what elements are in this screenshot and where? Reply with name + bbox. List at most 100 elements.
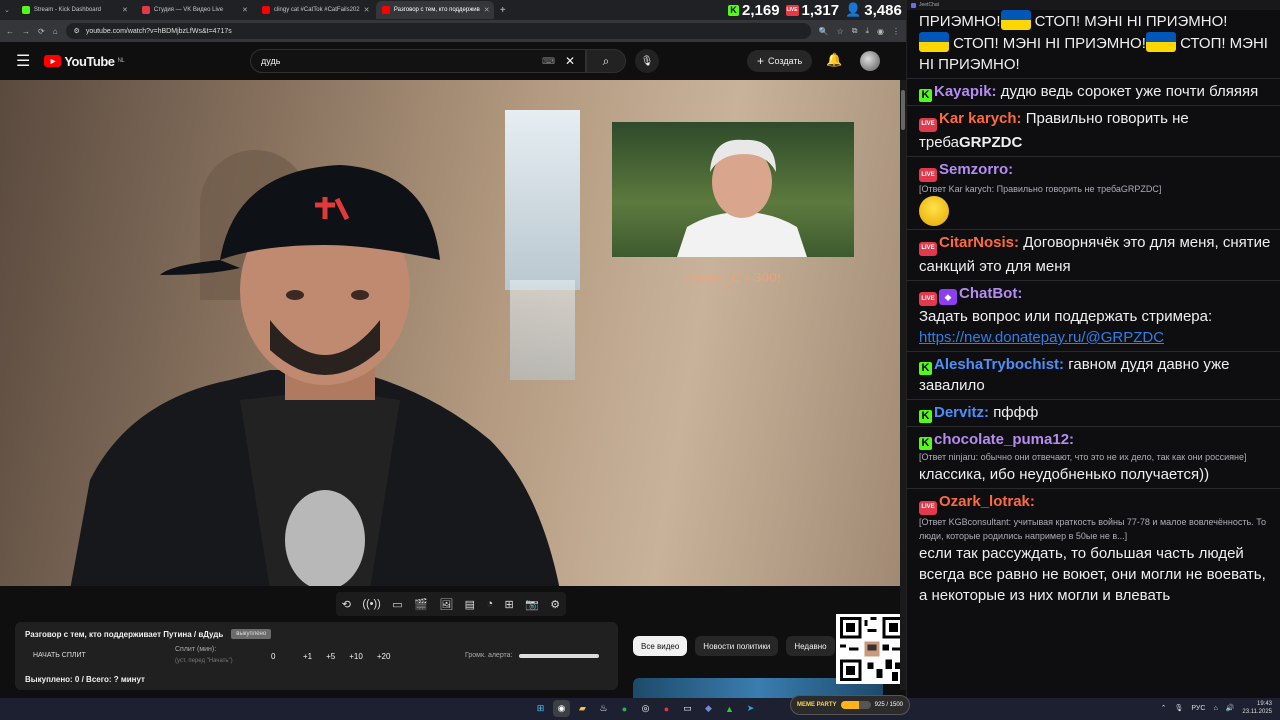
chat-message: LIVE CitarNosis: Договорнячёк это для мен… [907, 230, 1280, 281]
bookmark-star-icon[interactable]: ☆ [837, 27, 844, 36]
broadcast-icon[interactable]: ((•)) [362, 598, 381, 610]
network-icon[interactable]: ⌂ [1213, 705, 1217, 712]
steam-icon[interactable]: ♨ [595, 700, 612, 717]
add-10-button[interactable]: +10 [349, 652, 363, 661]
folder-icon[interactable]: ▰ [574, 700, 591, 717]
create-button[interactable]: + Создать [747, 50, 813, 72]
tab-vk-studio[interactable]: Студия — VK Видео Live ✕ [136, 1, 254, 19]
spotify-icon[interactable]: ● [616, 700, 633, 717]
plus-icon: + [757, 54, 765, 68]
clear-search-icon[interactable]: ✕ [565, 54, 575, 68]
chat-message: LIVE Semzorro: [Ответ Kar karych: Правильн… [907, 157, 1280, 230]
video-player[interactable]: Jester_C - 300! [0, 80, 900, 586]
meme-progress-bar [840, 701, 871, 709]
hamburger-menu-icon[interactable]: ☰ [16, 51, 30, 71]
settings-gear-icon[interactable]: ⚙ [550, 598, 560, 611]
alert-volume-slider[interactable] [518, 653, 599, 658]
extensions-icon[interactable]: ⧉ [852, 26, 858, 36]
obs-icon[interactable]: ◎ [637, 700, 654, 717]
zoom-icon[interactable]: 🔍 [819, 27, 829, 36]
close-icon[interactable]: ✕ [242, 6, 248, 14]
forward-icon[interactable]: → [22, 27, 30, 36]
speed-icon[interactable]: ◔ [486, 598, 493, 610]
loop-icon[interactable]: ⟲ [342, 598, 351, 611]
download-icon[interactable]: ⤓ [865, 26, 869, 36]
telegram-icon[interactable]: ➤ [742, 700, 759, 717]
camera-icon[interactable]: 📷 [525, 598, 539, 611]
message-text: классика, ибо неудобненько получается)) [919, 466, 1210, 483]
search-icon: ⌕ [602, 53, 610, 68]
close-icon[interactable]: ✕ [122, 6, 128, 14]
chip-all-videos[interactable]: Все видео [633, 636, 688, 656]
search-button[interactable]: ⌕ [586, 49, 626, 73]
tab-kick-dashboard[interactable]: Stream - Kick Dashboard ✕ [16, 1, 134, 19]
chat-username[interactable]: chocolate_puma12: [934, 431, 1074, 448]
chat-username[interactable]: ChatBot: [959, 285, 1022, 302]
volume-icon[interactable]: 🔊 [1226, 704, 1235, 712]
chat-username[interactable]: Semzorro: [939, 161, 1013, 178]
bot-icon: ◆ [939, 289, 957, 305]
film-icon[interactable]: ▤ [465, 598, 475, 611]
reply-quote: [Ответ Kar karych: Правильно говорить не… [919, 184, 1162, 194]
message-text: пффф [993, 404, 1039, 421]
scrollbar-thumb[interactable] [901, 90, 905, 130]
chip-recent[interactable]: Недавно [786, 636, 835, 656]
tab-youtube-video[interactable]: Разговор с тем, кто поддержив ✕ [375, 1, 494, 19]
vk-live-icon: LIVE [919, 500, 937, 515]
ukraine-flag-emote [1000, 10, 1031, 30]
browser-menu-icon[interactable]: ⋮ [892, 27, 900, 36]
add-5-button[interactable]: +5 [326, 652, 335, 661]
profile-icon[interactable]: ◉ [877, 27, 884, 36]
keyboard-icon[interactable]: ⌨ [542, 56, 555, 67]
tab-title: Stream - Kick Dashboard [33, 7, 101, 13]
app-icon[interactable]: ▭ [679, 700, 696, 717]
reply-quote: [Ответ KGBconsultant: учитывая краткость… [919, 516, 1266, 541]
kick-icon: K [919, 410, 932, 423]
chrome-icon[interactable]: ◉ [553, 700, 570, 717]
clock[interactable]: 19:43 23.11.2025 [1242, 700, 1272, 716]
clock-date: 23.11.2025 [1242, 709, 1272, 715]
picture-icon[interactable]: 🖼 [439, 598, 453, 611]
language-indicator[interactable]: РУС [1191, 705, 1205, 712]
voice-search-button[interactable]: 🎙 [635, 49, 659, 73]
donation-link[interactable]: https://new.donatepay.ru/@GRPZDC [919, 329, 1164, 346]
tray-expand-icon[interactable]: ⌃ [1161, 704, 1167, 712]
close-icon[interactable]: ✕ [484, 6, 490, 14]
chat-username[interactable]: Dervitz: [934, 404, 989, 421]
site-info-icon[interactable]: ⚙ [74, 27, 80, 35]
split-status-text: Выкуплено: 0 / Всего: ? минут [25, 675, 145, 684]
tab-menu-icon[interactable]: ⌄ [4, 6, 10, 14]
add-1-button[interactable]: +1 [303, 652, 312, 661]
url-field[interactable]: ⚙ youtube.com/watch?v=hBDMjbzLfWs&t=4717… [65, 23, 811, 39]
microphone-icon: 🎙 [640, 55, 654, 67]
chat-username[interactable]: Kar karych: [939, 110, 1022, 127]
add-20-button[interactable]: +20 [377, 652, 391, 661]
vk-live-icon: LIVE [785, 4, 799, 16]
chat-username[interactable]: Ozark_lotrak: [939, 493, 1035, 510]
chat-username[interactable]: Kayapik: [934, 83, 997, 100]
avatar[interactable] [860, 51, 880, 71]
back-icon[interactable]: ← [6, 27, 14, 36]
notifications-bell-icon[interactable]: 🔔 [826, 52, 842, 68]
close-icon[interactable]: ✕ [364, 6, 370, 14]
discord-icon[interactable]: ◆ [700, 700, 717, 717]
search-input[interactable]: дудь ⌨ ✕ [250, 49, 586, 73]
start-split-button[interactable]: НАЧАТЬ СПЛИТ [33, 652, 86, 659]
split-minutes-value[interactable]: 0 [271, 652, 275, 661]
microphone-icon[interactable]: 🎙 [1175, 704, 1184, 712]
new-tab-icon[interactable]: + [500, 5, 506, 16]
home-icon[interactable]: ⌂ [53, 27, 58, 36]
screen-icon[interactable]: ▭ [392, 598, 402, 611]
app-icon[interactable]: ● [658, 700, 675, 717]
chip-politics-news[interactable]: Новости политики [695, 636, 779, 656]
app-icon[interactable]: ▲ [721, 700, 738, 717]
clapper-icon[interactable]: 🎬 [414, 598, 428, 611]
chat-username[interactable]: CitarNosis: [939, 234, 1019, 251]
youtube-logo[interactable]: ▶ YouTube NL [44, 54, 125, 69]
chat-username[interactable]: AleshaTrybochist: [934, 356, 1064, 373]
reload-icon[interactable]: ⟳ [38, 27, 45, 36]
tab-youtube-cat[interactable]: clingy cat #CatTok #CatFails202 ✕ [256, 1, 374, 19]
kick-icon [21, 6, 30, 14]
add-box-icon[interactable]: ⊞ [505, 598, 514, 611]
windows-start-icon[interactable]: ⊞ [532, 700, 549, 717]
